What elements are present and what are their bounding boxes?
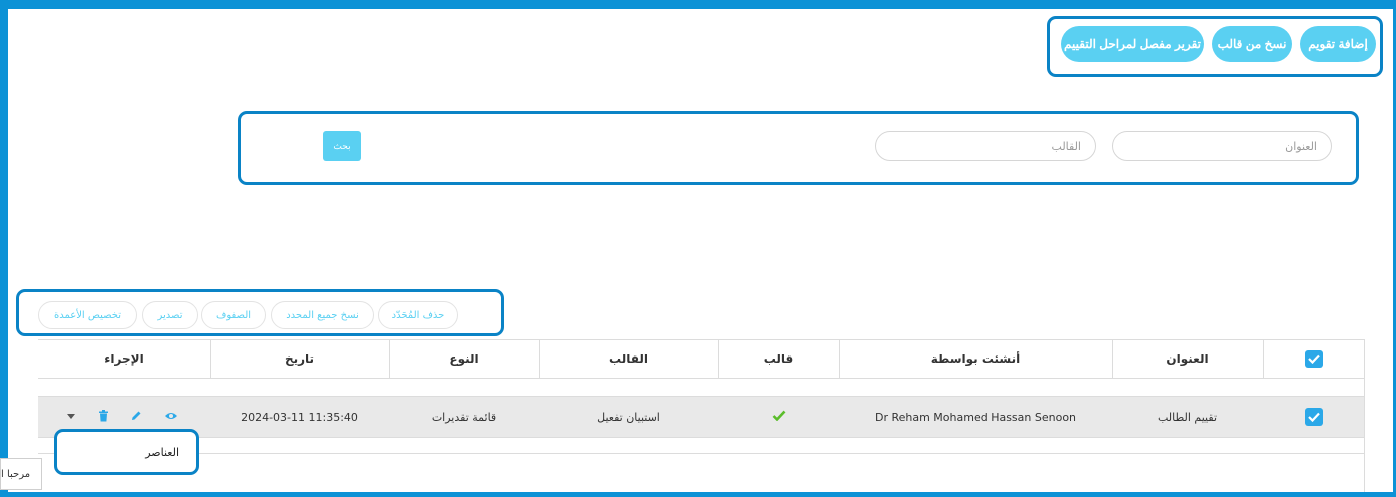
row-template: استبيان تفعيل <box>597 410 660 424</box>
row-is-template <box>718 397 839 437</box>
search-button[interactable]: بحث <box>323 131 361 161</box>
select-all-checkbox[interactable] <box>1304 350 1323 368</box>
copy-from-template-button[interactable]: نسخ من قالب <box>1212 26 1292 62</box>
header-title[interactable]: العنوان <box>1112 340 1263 378</box>
template-search-input[interactable] <box>875 131 1096 161</box>
header-type[interactable]: النوع <box>389 340 539 378</box>
delete-selected-button[interactable]: حذف المُحَدّد <box>378 301 458 329</box>
add-evaluation-button[interactable]: إضافة تقويم <box>1300 26 1376 62</box>
pencil-icon[interactable] <box>129 409 143 423</box>
copy-selected-button[interactable]: نسخ جميع المحدد <box>271 301 374 329</box>
row-title: تقييم الطالب <box>1157 410 1218 424</box>
actions-dropdown: العناصر <box>57 432 197 472</box>
trash-icon[interactable] <box>96 409 110 423</box>
title-search-input[interactable] <box>1112 131 1332 161</box>
row-created-by: Dr Reham Mohamed Hassan Senoon <box>874 410 1077 424</box>
select-all-cell <box>1263 340 1364 378</box>
row-type: قائمة تقديرات <box>431 410 497 424</box>
green-check-icon <box>772 410 786 424</box>
header-actions: الإجراء <box>104 352 144 366</box>
rows-button[interactable]: الصفوف <box>201 301 266 329</box>
header-template[interactable]: القالب <box>539 340 718 378</box>
welcome-tab[interactable]: مرحبا ا <box>0 458 42 490</box>
header-created-by[interactable]: أنشئت بواسطة <box>839 340 1112 378</box>
row-date: 2024-03-11 11:35:40 <box>241 410 358 424</box>
caret-down-icon[interactable] <box>64 409 78 423</box>
eye-icon[interactable] <box>164 409 178 423</box>
row-checkbox[interactable] <box>1304 408 1323 426</box>
row-select-cell <box>1263 397 1364 437</box>
dropdown-item-elements[interactable]: العناصر <box>145 446 179 459</box>
export-button[interactable]: تصدير <box>142 301 198 329</box>
header-is-template[interactable]: قالب <box>718 340 839 378</box>
header-date[interactable]: تاريخ <box>210 340 389 378</box>
customize-columns-button[interactable]: تخصيص الأعمدة <box>38 301 137 329</box>
detailed-report-button[interactable]: تقرير مفصل لمراحل التقييم <box>1061 26 1204 62</box>
